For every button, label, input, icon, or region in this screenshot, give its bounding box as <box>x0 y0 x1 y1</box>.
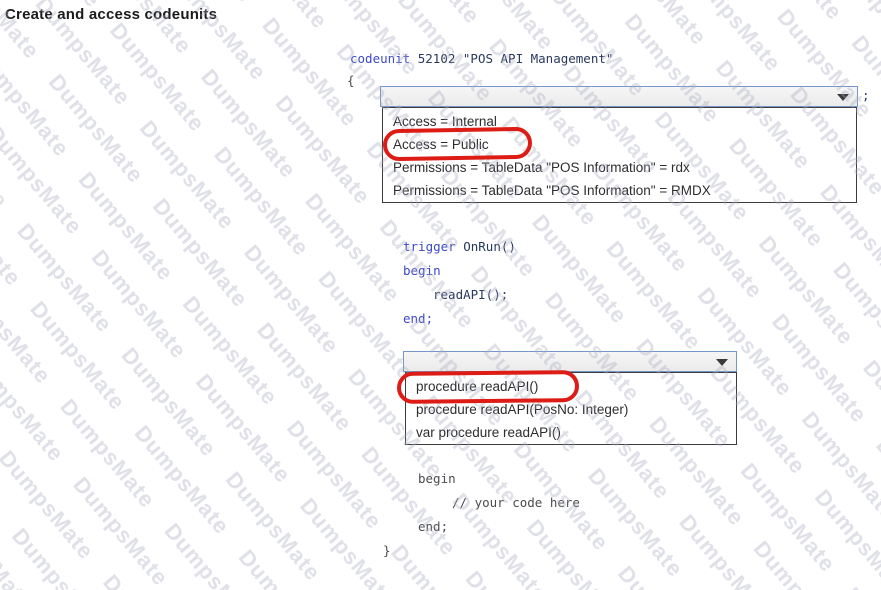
procedure-dropdown-list: procedure readAPI() procedure readAPI(Po… <box>405 372 737 445</box>
page-title: Create and access codeunits <box>5 6 217 23</box>
keyword-codeunit: codeunit <box>350 51 410 66</box>
dropdown-option-procedure-readapi[interactable]: procedure readAPI() <box>406 375 736 398</box>
open-brace: { <box>347 73 355 88</box>
code-line-trigger: trigger OnRun() <box>403 239 516 254</box>
watermark-text: DumpsMate DumpsMate DumpsMate DumpsMate … <box>0 31 424 590</box>
dropdown-arrow-icon <box>716 359 728 366</box>
dropdown-option-procedure-readapi-posno[interactable]: procedure readAPI(PosNo: Integer) <box>406 398 736 421</box>
code-line-begin: begin <box>403 263 441 278</box>
procedure-dropdown[interactable] <box>403 351 737 372</box>
dropdown-arrow-icon <box>837 94 849 101</box>
dropdown-option-permissions-rmdx[interactable]: Permissions = TableData "POS Information… <box>383 179 856 202</box>
code-line-readapi-call: readAPI(); <box>433 287 508 302</box>
code-line-end-2: end; <box>418 519 448 534</box>
code-line-codeunit: codeunit 52102 "POS API Management" <box>350 51 613 66</box>
dropdown-option-var-procedure-readapi[interactable]: var procedure readAPI() <box>406 421 736 444</box>
code-line-end: end; <box>403 311 433 326</box>
dropdown-option-access-internal[interactable]: Access = Internal <box>383 110 856 133</box>
access-dropdown-list: Access = Internal Access = Public Permis… <box>382 107 857 203</box>
code-comment: // your code here <box>452 495 580 510</box>
question-canvas: Create and access codeunits codeunit 521… <box>0 0 881 590</box>
codeunit-name: 52102 "POS API Management" <box>410 51 613 66</box>
code-line-begin-2: begin <box>418 471 456 486</box>
semicolon-after-dropdown: ; <box>862 88 870 103</box>
access-dropdown[interactable] <box>380 86 858 107</box>
dropdown-option-permissions-rdx[interactable]: Permissions = TableData "POS Information… <box>383 156 856 179</box>
keyword-trigger: trigger <box>403 239 456 254</box>
dropdown-option-access-public[interactable]: Access = Public <box>383 133 856 156</box>
close-brace: } <box>383 543 391 558</box>
trigger-name: OnRun() <box>456 239 516 254</box>
